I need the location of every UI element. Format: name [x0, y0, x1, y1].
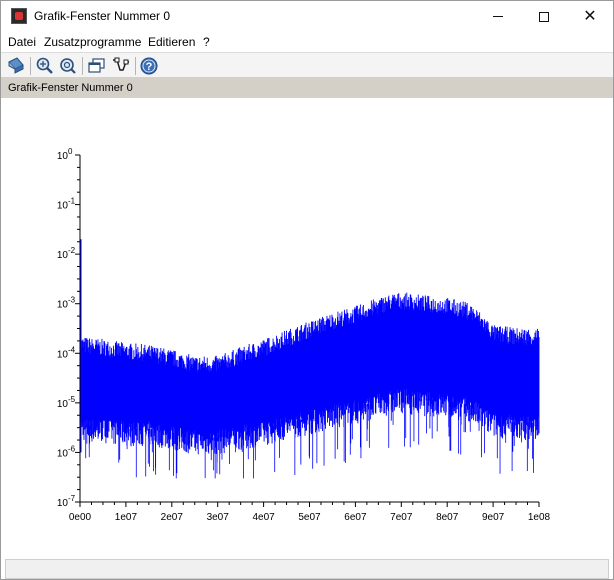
- x-tick-label: 2e07: [161, 512, 184, 523]
- y-tick-exponent: -6: [68, 444, 76, 453]
- spectrum-series: [79, 239, 540, 479]
- zoom-in-icon: [36, 57, 53, 74]
- y-tick-label: 10: [57, 201, 69, 212]
- y-tick-label: 10: [57, 448, 69, 459]
- help-icon: ?: [140, 57, 158, 75]
- y-tick-label: 10: [57, 300, 69, 311]
- scilab-app-icon: [11, 8, 27, 24]
- zoom-in-button[interactable]: [35, 56, 55, 76]
- windows-icon: [88, 58, 105, 73]
- y-tick-exponent: 0: [68, 147, 73, 156]
- x-tick-label: 1e08: [528, 512, 551, 523]
- y-tick-label: 10: [57, 498, 69, 509]
- x-tick-label: 8e07: [436, 512, 459, 523]
- toolbar-separator: [30, 57, 31, 75]
- menu-zusatzprogramme[interactable]: Zusatzprogramme: [44, 35, 141, 49]
- plot-canvas[interactable]: 0e00 1e07 2e07 3e07 4e07 5e07 6e07 7e07 8e07 9e07…: [5, 98, 609, 559]
- y-tick-exponent: -4: [68, 345, 76, 354]
- x-tick-label: 6e07: [344, 512, 367, 523]
- zoom-out-button[interactable]: [58, 56, 78, 76]
- toolbar-separator: [82, 57, 83, 75]
- graphic-window: Grafik-Fenster Nummer 0 ✕ Datei Zusatzpr…: [0, 0, 614, 580]
- y-tick-label: 10: [57, 151, 69, 162]
- x-tick-label: 4e07: [252, 512, 275, 523]
- x-tick-label: 3e07: [207, 512, 230, 523]
- rotate-icon: [8, 57, 24, 74]
- info-bar-text: Grafik-Fenster Nummer 0: [8, 82, 133, 94]
- x-tick-label: 1e07: [115, 512, 138, 523]
- y-tick-label: 10: [57, 250, 69, 261]
- x-tick-label: 9e07: [482, 512, 505, 523]
- rotate-button[interactable]: [6, 56, 26, 76]
- y-tick-exponent: -7: [68, 494, 76, 503]
- x-tick-label: 0e00: [69, 512, 92, 523]
- y-tick-label: 10: [57, 399, 69, 410]
- minimize-button[interactable]: [475, 1, 521, 32]
- y-tick-exponent: -1: [68, 197, 76, 206]
- close-icon: ✕: [583, 7, 597, 25]
- windows-button[interactable]: [87, 56, 107, 76]
- close-button[interactable]: ✕: [567, 1, 613, 32]
- menu-help[interactable]: ?: [203, 35, 210, 49]
- toolbar: ?: [1, 52, 613, 78]
- y-tick-exponent: -2: [68, 246, 76, 255]
- y-tick-label: 10: [57, 349, 69, 360]
- window-title: Grafik-Fenster Nummer 0: [34, 9, 171, 23]
- zoom-out-icon: [60, 58, 76, 74]
- maximize-icon: [539, 11, 549, 22]
- info-bar: Grafik-Fenster Nummer 0: [1, 78, 613, 98]
- y-tick-exponent: -3: [68, 296, 76, 305]
- toolbar-separator: [135, 57, 136, 75]
- plot-svg[interactable]: 0e00 1e07 2e07 3e07 4e07 5e07 6e07 7e07 8e07 9e07…: [5, 98, 609, 559]
- datatip-icon: [113, 57, 129, 71]
- datatip-button[interactable]: [111, 56, 131, 76]
- menu-bar: Datei Zusatzprogramme Editieren ?: [1, 32, 613, 52]
- menu-datei[interactable]: Datei: [8, 35, 36, 49]
- menu-editieren[interactable]: Editieren: [148, 35, 195, 49]
- x-tick-label: 7e07: [390, 512, 413, 523]
- title-bar[interactable]: Grafik-Fenster Nummer 0 ✕: [1, 1, 613, 32]
- svg-text:?: ?: [146, 61, 153, 73]
- x-tick-label: 5e07: [298, 512, 321, 523]
- maximize-button[interactable]: [521, 1, 567, 32]
- status-bar: [5, 559, 609, 579]
- minimize-icon: [493, 16, 503, 17]
- help-button[interactable]: ?: [139, 56, 159, 76]
- y-tick-exponent: -5: [68, 395, 76, 404]
